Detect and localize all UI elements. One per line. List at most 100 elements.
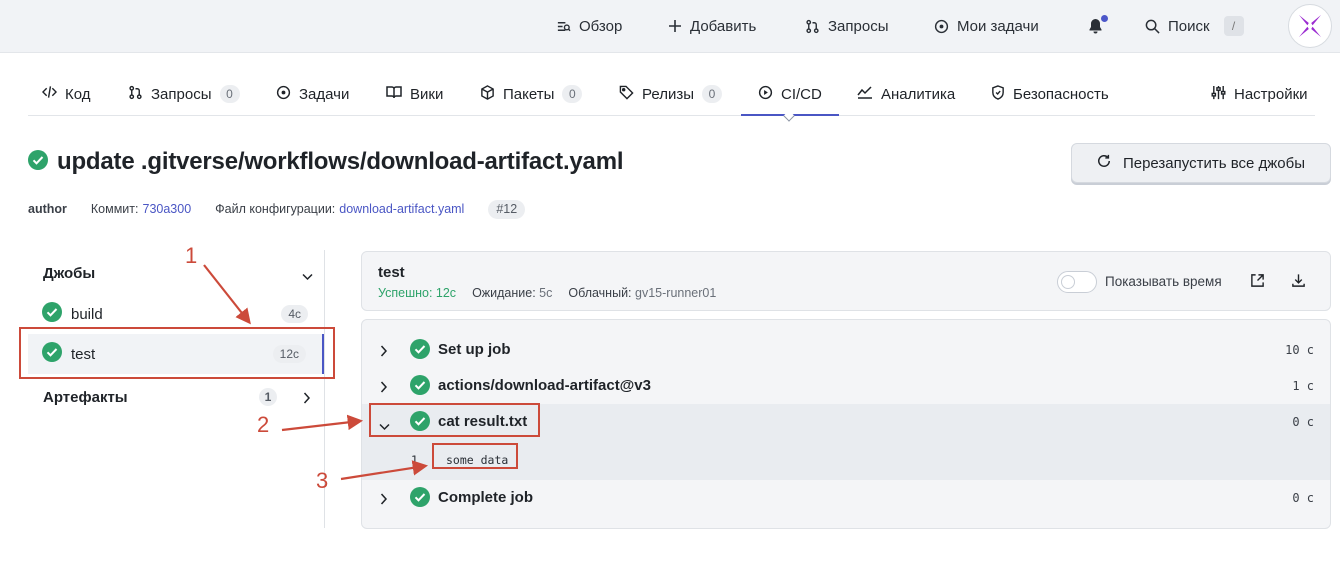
toggle-knob [1061,275,1075,289]
search-button[interactable]: Поиск / [1145,16,1244,36]
tab-ci-cd-label: CI/CD [781,85,822,103]
job-header: test Успешно: 12с Ожидание: 5с Облачный:… [361,251,1331,311]
success-check-icon [410,375,430,400]
pull-request-icon [128,85,143,104]
tab-settings[interactable]: Настройки [1211,84,1308,104]
show-time-label: Показывать время [1105,274,1222,289]
search-label: Поиск [1168,17,1210,35]
success-check-icon [28,149,48,175]
issue-icon [934,19,949,34]
annotation-box-cat-step [369,403,540,437]
overview-link[interactable]: Обзор [556,16,622,36]
step-name: Complete job [438,489,534,506]
job-stats: Успешно: 12с Ожидание: 5с Облачный: gv15… [378,286,716,300]
step-complete-job[interactable]: Complete job 0 с [362,480,1330,516]
notification-dot [1101,15,1108,22]
show-time-toggle[interactable] [1057,271,1097,293]
my-tasks-label: Мои задачи [957,17,1039,35]
job-duration: 4с [281,305,308,323]
step-duration: 10 с [1285,343,1314,357]
tab-wiki-label: Вики [410,85,444,103]
tab-requests[interactable]: Запросы 0 [128,84,240,104]
jobs-title: Джобы [43,264,96,282]
avatar-logo-icon [1299,15,1321,37]
rerun-label: Перезапустить все джобы [1122,154,1306,172]
notifications-button[interactable] [1088,15,1108,36]
step-duration: 0 с [1292,491,1314,505]
step-name: Set up job [438,341,511,358]
tab-code[interactable]: Код [41,84,91,104]
chevron-right-icon [380,344,388,362]
tab-requests-badge: 0 [219,85,240,103]
pull-request-icon [805,19,820,34]
tab-releases[interactable]: Релизы 0 [619,84,722,104]
active-tab-caret [783,110,795,122]
tab-analytics[interactable]: Аналитика [857,84,955,104]
search-icon [1145,19,1160,34]
graph-icon [857,85,873,103]
success-check-icon [410,487,430,512]
runner-value: gv15-runner01 [635,286,717,300]
settings-icon [1211,85,1226,104]
repo-nav: Код Запросы 0 Задачи Вики Пакеты 0 Релиз… [28,70,1315,122]
tab-releases-label: Релизы [642,85,694,103]
download-icon[interactable] [1291,273,1306,293]
expand-icon[interactable] [1250,273,1265,293]
book-icon [386,85,402,103]
jobs-section-header[interactable]: Джобы [43,263,313,283]
page-title: update .gitverse/workflows/download-arti… [57,148,624,175]
tab-wiki[interactable]: Вики [386,84,443,104]
tag-icon [619,85,634,104]
tab-packages-label: Пакеты [503,85,555,103]
tab-code-label: Код [65,85,91,103]
runner-label: Облачный: [568,286,632,300]
my-tasks-link[interactable]: Мои задачи [934,16,1039,36]
wait-value: 5с [539,286,553,300]
author-name[interactable]: author [28,202,67,216]
shield-icon [991,84,1005,104]
job-title: test [378,264,405,281]
artifacts-section-header[interactable]: Артефакты 1 [43,387,313,407]
step-name: actions/download-artifact@v3 [438,377,651,394]
tab-packages[interactable]: Пакеты 0 [480,84,583,104]
requests-label: Запросы [828,17,889,35]
wait-label: Ожидание: [472,286,536,300]
rerun-all-jobs-button[interactable]: Перезапустить все джобы [1071,143,1331,183]
add-button[interactable]: Добавить [668,16,756,36]
tab-requests-label: Запросы [151,85,212,103]
top-header: Обзор Добавить Запросы Мои задачи Поиск … [0,0,1340,53]
bell-icon [1088,15,1108,34]
job-runner: Облачный: gv15-runner01 [568,286,716,300]
tab-security[interactable]: Безопасность [991,84,1109,104]
job-wait: Ожидание: 5с [472,286,552,300]
job-name: build [71,305,103,323]
tab-issues[interactable]: Задачи [276,84,349,104]
job-status: Успешно: 12с [378,286,457,300]
refresh-icon [1097,154,1111,172]
commit-link[interactable]: 730a300 [143,202,192,216]
tab-releases-badge: 0 [701,85,722,103]
chevron-right-icon [380,492,388,510]
run-meta: author Коммит: 730a300 Файл конфигурации… [28,199,526,219]
overview-label: Обзор [579,17,623,35]
success-check-icon [410,339,430,364]
step-set-up-job[interactable]: Set up job 10 с [362,332,1330,368]
annotation-number-3: 3 [316,468,329,493]
step-download-artifact[interactable]: actions/download-artifact@v3 1 с [362,368,1330,404]
run-number-badge: #12 [488,199,526,219]
step-duration: 0 с [1292,415,1314,429]
annotation-number-1: 1 [185,243,198,268]
annotation-number-2: 2 [257,412,270,437]
code-icon [41,85,58,103]
requests-link[interactable]: Запросы [805,16,889,36]
tab-analytics-label: Аналитика [881,85,956,103]
avatar[interactable] [1288,4,1332,48]
tab-ci-cd[interactable]: CI/CD [758,84,822,104]
add-label: Добавить [690,17,757,35]
annotation-box-log-output [432,443,518,469]
overview-icon [556,19,571,34]
issue-icon [276,85,291,104]
run-title: update .gitverse/workflows/download-arti… [28,148,624,176]
commit-label: Коммит: [90,202,139,216]
config-file-link[interactable]: download-artifact.yaml [339,202,464,216]
